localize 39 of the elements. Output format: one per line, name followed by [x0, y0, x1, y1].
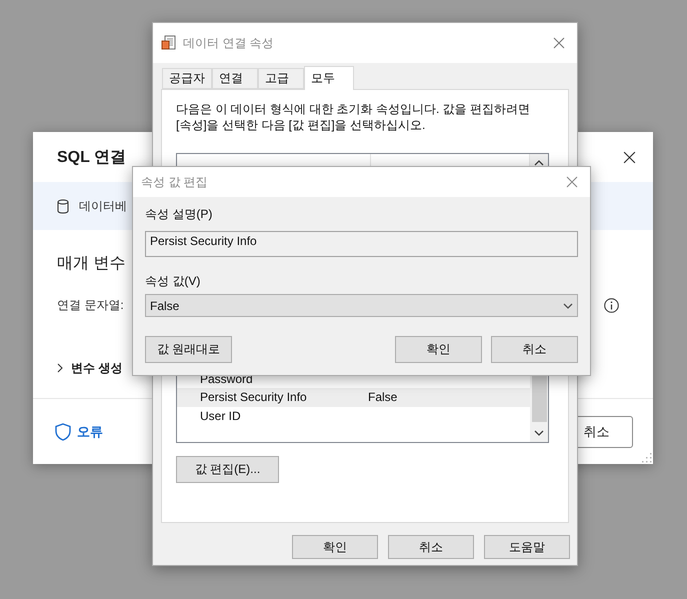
list-row[interactable]: User ID: [177, 406, 530, 425]
field-label: 속성 값(V): [145, 273, 202, 289]
close-icon: [622, 150, 636, 164]
window-title: 데이터 연결 속성: [183, 34, 274, 52]
window-title: SQL 연결: [57, 148, 126, 168]
dialog-button[interactable]: 취소: [491, 336, 578, 363]
status-text[interactable]: 오류: [77, 422, 103, 440]
document-icon: [161, 35, 177, 51]
dialog-button[interactable]: 확인: [395, 336, 482, 363]
dialog-button[interactable]: 취소: [388, 535, 474, 559]
value-dropdown[interactable]: False: [145, 294, 578, 317]
reset-button[interactable]: 값 원래대로: [145, 336, 232, 363]
section-title: 매개 변수: [57, 254, 126, 274]
tab[interactable]: 고급: [258, 68, 304, 89]
chevron-icon: [563, 302, 573, 308]
field-label: 연결 문자열:: [57, 296, 124, 314]
chevron-icon: [534, 430, 544, 436]
chevron-icon: [534, 160, 544, 166]
banner-text: 데이터베: [79, 198, 127, 214]
resize-grip-icon[interactable]: [641, 452, 652, 463]
close-button[interactable]: [621, 149, 637, 165]
close-icon: [553, 37, 565, 49]
info-icon[interactable]: [604, 298, 619, 312]
dialog-button[interactable]: 도움말: [484, 535, 570, 559]
tab[interactable]: 연결: [212, 68, 258, 89]
description-field[interactable]: Persist Security Info: [145, 231, 578, 257]
shield-icon: [55, 422, 71, 440]
database-icon: [57, 198, 69, 214]
expander-label[interactable]: 변수 생성: [71, 360, 122, 376]
tab[interactable]: 모두: [304, 66, 354, 90]
chevron-icon[interactable]: [57, 363, 63, 373]
field-label: 속성 설명(P): [145, 206, 214, 222]
close-icon: [566, 176, 578, 188]
edit-value-button[interactable]: 값 편집(E)...: [176, 456, 279, 483]
description-text: 다음은 이 데이터 형식에 대한 초기화 속성입니다. 값을 편집하려면 [속성]을 선택한 다음 [값 편집]을 선택하십시오.: [176, 101, 532, 133]
tab[interactable]: 공급자: [162, 68, 212, 89]
window-title: 속성 값 편집: [141, 174, 208, 190]
dialog-button[interactable]: 확인: [292, 535, 378, 559]
list-row[interactable]: Persist Security Info False: [177, 388, 530, 406]
